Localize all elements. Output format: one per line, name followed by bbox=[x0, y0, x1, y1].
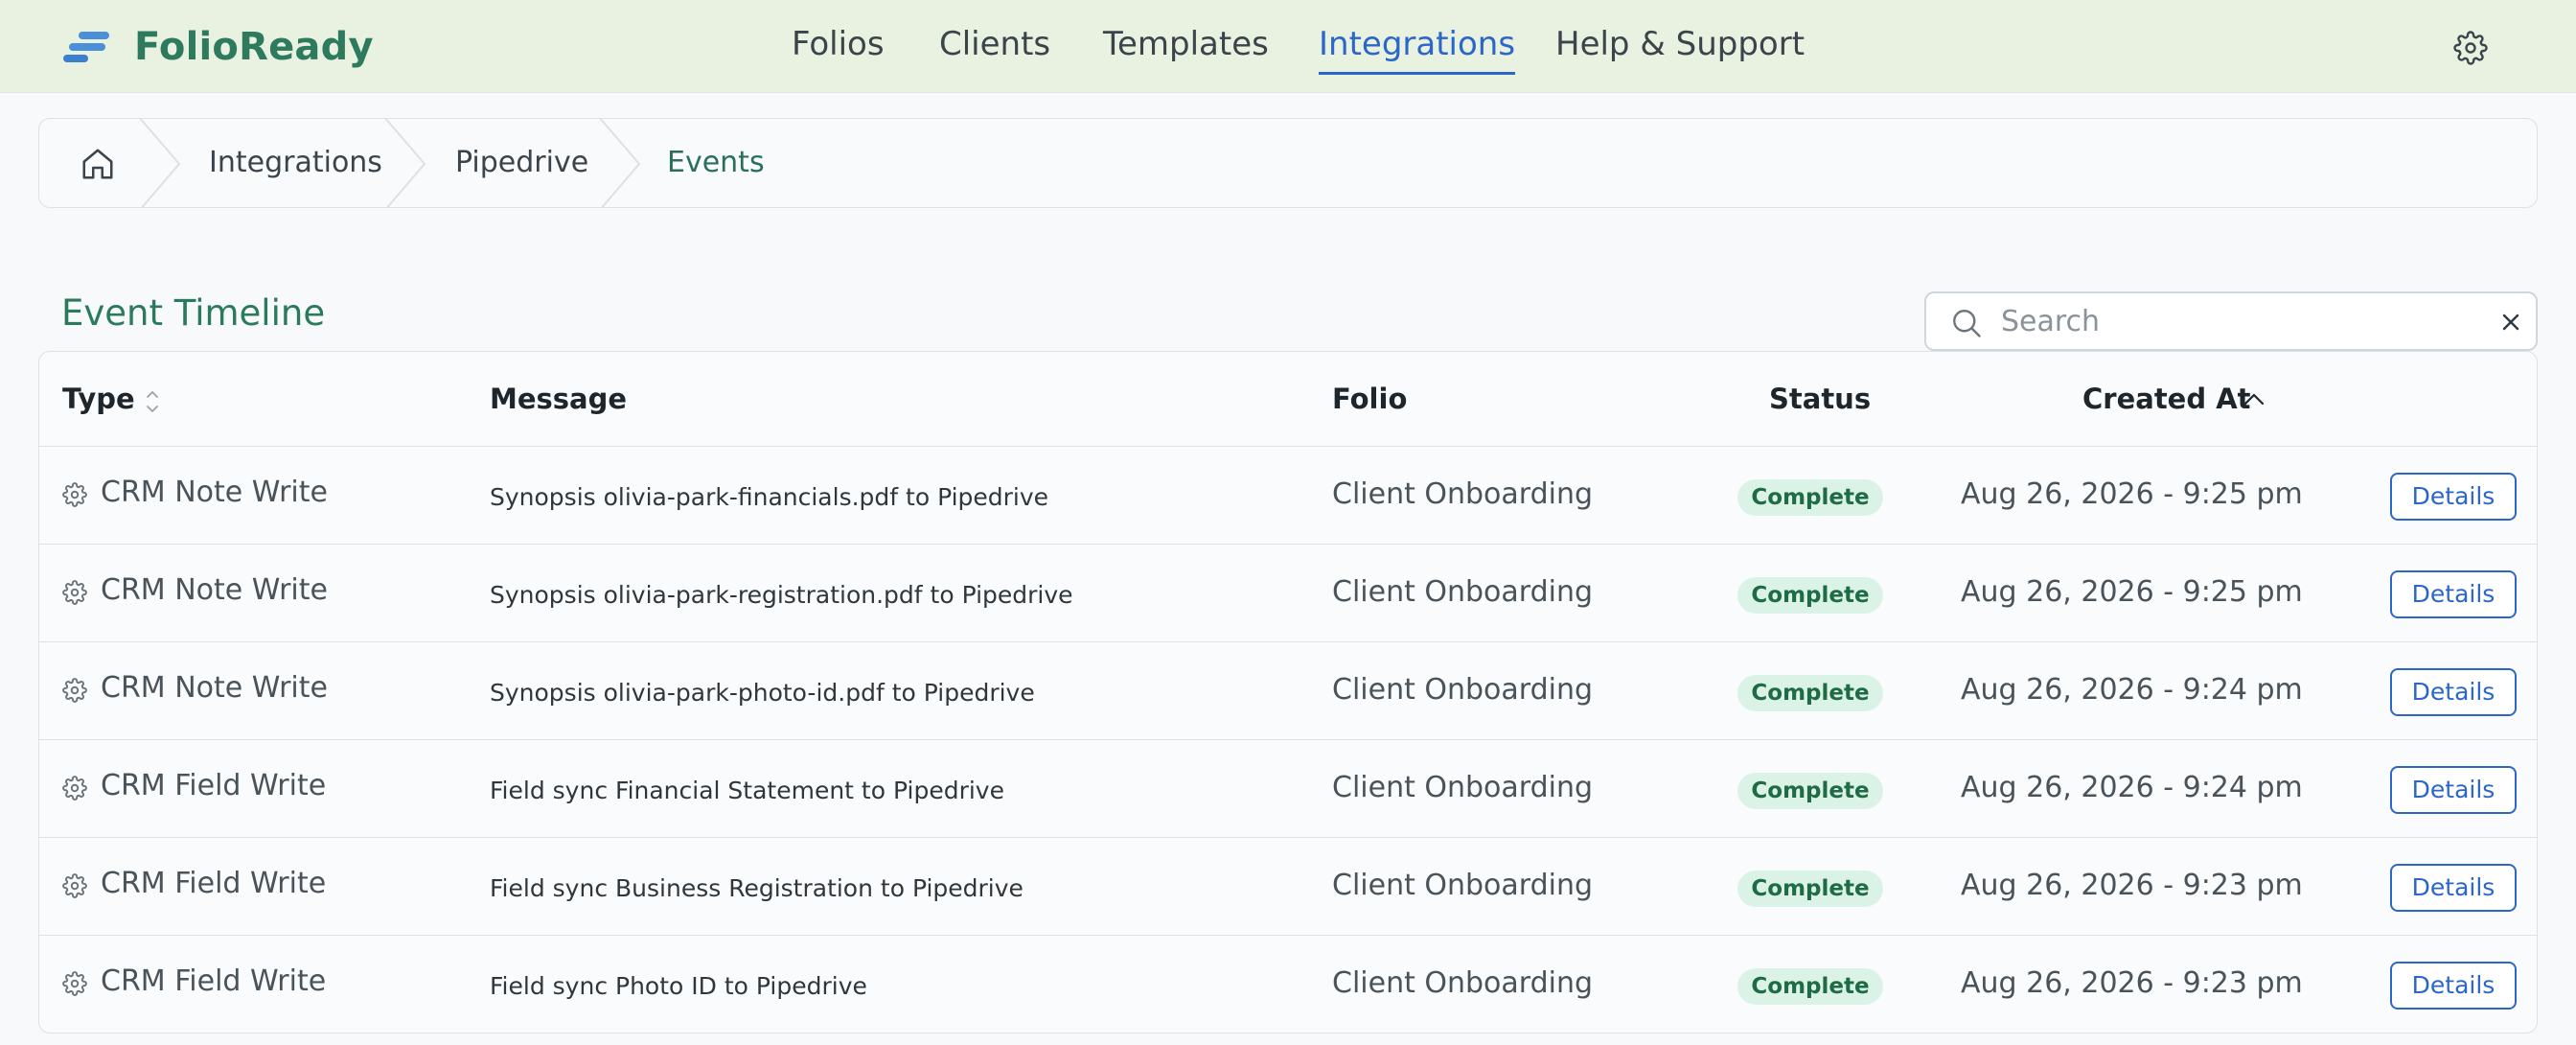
event-message: Synopsis olivia-park-registration.pdf to… bbox=[490, 581, 1073, 609]
status-badge: Complete bbox=[1737, 479, 1883, 516]
event-created-at: Aug 26, 2026 - 9:25 pm bbox=[1961, 477, 2303, 511]
event-created-at: Aug 26, 2026 - 9:23 pm bbox=[1961, 966, 2303, 1000]
event-message: Field sync Financial Statement to Pipedr… bbox=[490, 777, 1004, 804]
table-row: CRM Field Write Field sync Business Regi… bbox=[39, 838, 2537, 936]
breadcrumb-item-pipedrive[interactable]: Pipedrive bbox=[455, 146, 588, 179]
gear-icon bbox=[62, 482, 87, 507]
nav-item-folios[interactable]: Folios bbox=[792, 25, 885, 69]
event-message: Field sync Business Registration to Pipe… bbox=[490, 874, 1024, 902]
brand-logo[interactable]: FolioReady bbox=[63, 23, 374, 71]
event-folio: Client Onboarding bbox=[1332, 673, 1594, 707]
table-row: CRM Field Write Field sync Financial Sta… bbox=[39, 740, 2537, 838]
event-folio: Client Onboarding bbox=[1332, 477, 1594, 511]
sort-ascending-icon[interactable] bbox=[2242, 388, 2266, 409]
search-box bbox=[1924, 291, 2538, 351]
status-badge: Complete bbox=[1737, 675, 1883, 711]
event-type: CRM Field Write bbox=[101, 867, 327, 900]
gear-icon bbox=[62, 776, 87, 801]
event-created-at: Aug 26, 2026 - 9:24 pm bbox=[1961, 771, 2303, 804]
breadcrumb-item-integrations[interactable]: Integrations bbox=[209, 146, 382, 179]
column-header-type[interactable]: Type bbox=[62, 383, 135, 415]
event-type: CRM Note Write bbox=[101, 573, 328, 607]
details-button[interactable]: Details bbox=[2390, 962, 2517, 1010]
top-navigation-bar: FolioReady Folios Clients Templates Inte… bbox=[0, 0, 2576, 93]
search-icon bbox=[1953, 310, 1981, 337]
close-icon[interactable] bbox=[2501, 313, 2520, 332]
sort-unsorted-icon[interactable] bbox=[143, 386, 162, 417]
event-folio: Client Onboarding bbox=[1332, 966, 1594, 1000]
nav-item-clients[interactable]: Clients bbox=[939, 25, 1050, 69]
column-header-message: Message bbox=[490, 383, 628, 415]
gear-icon bbox=[62, 580, 87, 605]
search-input[interactable] bbox=[2001, 301, 2461, 341]
event-type: CRM Field Write bbox=[101, 964, 327, 998]
gear-icon bbox=[62, 873, 87, 898]
breadcrumb-separator bbox=[599, 119, 641, 207]
column-header-created-at[interactable]: Created At bbox=[2082, 383, 2251, 415]
status-badge: Complete bbox=[1737, 871, 1883, 907]
table-row: CRM Note Write Synopsis olivia-park-regi… bbox=[39, 545, 2537, 642]
nav-item-help-support[interactable]: Help & Support bbox=[1555, 25, 1805, 69]
table-row: CRM Note Write Synopsis olivia-park-fina… bbox=[39, 447, 2537, 545]
event-message: Field sync Photo ID to Pipedrive bbox=[490, 972, 867, 1000]
details-button[interactable]: Details bbox=[2390, 570, 2517, 618]
gear-icon bbox=[62, 971, 87, 996]
table-header: Type Message Folio Status Created At bbox=[39, 352, 2537, 447]
column-header-status: Status bbox=[1769, 383, 1872, 415]
event-type: CRM Field Write bbox=[101, 769, 327, 802]
breadcrumb-separator bbox=[139, 119, 181, 207]
event-folio: Client Onboarding bbox=[1332, 575, 1594, 609]
event-type: CRM Note Write bbox=[101, 476, 328, 509]
brand-name: FolioReady bbox=[134, 25, 374, 69]
breadcrumb-item-events: Events bbox=[667, 146, 765, 179]
status-badge: Complete bbox=[1737, 577, 1883, 614]
event-folio: Client Onboarding bbox=[1332, 869, 1594, 902]
gear-icon[interactable] bbox=[2453, 31, 2488, 65]
nav-item-templates[interactable]: Templates bbox=[1103, 25, 1269, 69]
details-button[interactable]: Details bbox=[2390, 473, 2517, 521]
home-icon[interactable] bbox=[80, 146, 116, 182]
event-created-at: Aug 26, 2026 - 9:23 pm bbox=[1961, 869, 2303, 902]
details-button[interactable]: Details bbox=[2390, 766, 2517, 814]
table-row: CRM Field Write Field sync Photo ID to P… bbox=[39, 936, 2537, 1033]
event-created-at: Aug 26, 2026 - 9:24 pm bbox=[1961, 673, 2303, 707]
details-button[interactable]: Details bbox=[2390, 668, 2517, 716]
brand-mark-icon bbox=[63, 28, 113, 66]
breadcrumb-separator bbox=[384, 119, 426, 207]
nav-item-integrations[interactable]: Integrations bbox=[1319, 25, 1516, 75]
details-button[interactable]: Details bbox=[2390, 864, 2517, 912]
event-message: Synopsis olivia-park-financials.pdf to P… bbox=[490, 483, 1049, 511]
status-badge: Complete bbox=[1737, 968, 1883, 1005]
event-created-at: Aug 26, 2026 - 9:25 pm bbox=[1961, 575, 2303, 609]
table-row: CRM Note Write Synopsis olivia-park-phot… bbox=[39, 642, 2537, 740]
events-table: Type Message Folio Status Created At CRM… bbox=[38, 351, 2538, 1033]
event-type: CRM Note Write bbox=[101, 671, 328, 705]
column-header-folio: Folio bbox=[1332, 383, 1408, 415]
status-badge: Complete bbox=[1737, 773, 1883, 809]
gear-icon bbox=[62, 678, 87, 703]
event-message: Synopsis olivia-park-photo-id.pdf to Pip… bbox=[490, 679, 1035, 707]
event-folio: Client Onboarding bbox=[1332, 771, 1594, 804]
breadcrumb: Integrations Pipedrive Events bbox=[38, 118, 2538, 208]
page-title: Event Timeline bbox=[61, 292, 326, 334]
